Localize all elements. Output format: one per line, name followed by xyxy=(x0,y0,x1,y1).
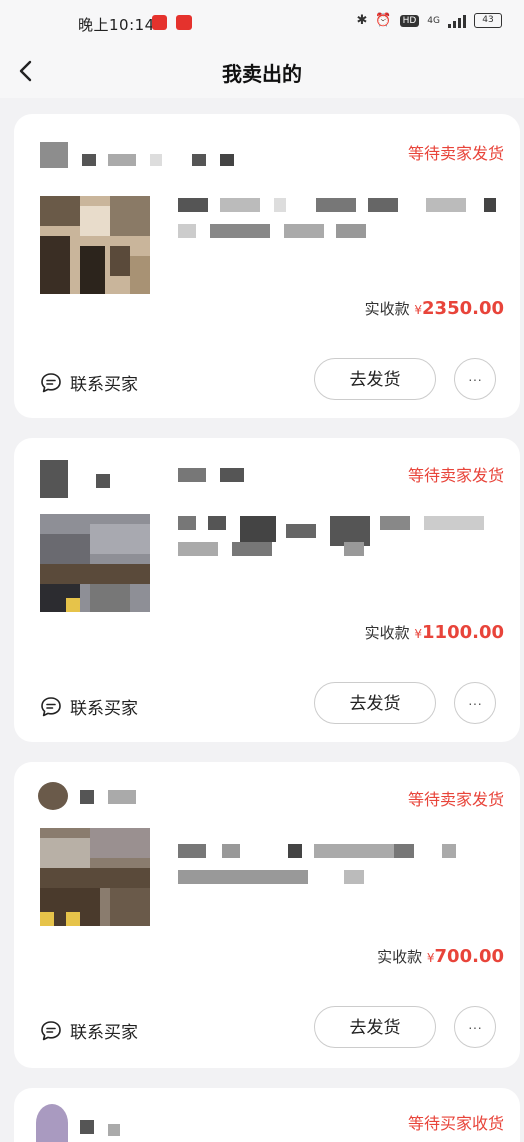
buyer-avatar xyxy=(36,1104,68,1142)
currency-symbol: ¥ xyxy=(414,627,423,641)
hd-icon: HD xyxy=(399,14,420,27)
order-card[interactable]: 等待卖家发货 实收款 ¥700.00 联系买家 去发货 ··· xyxy=(14,762,520,1068)
contact-buyer-button[interactable]: 联系买家 xyxy=(40,1018,138,1043)
status-bar: 晚上10:14 ✱ ⏰ HD 4G 43 xyxy=(0,0,524,46)
amount-value: 2350.00 xyxy=(422,298,504,319)
ship-button[interactable]: 去发货 xyxy=(314,358,436,400)
chat-bubble-icon xyxy=(41,1020,61,1040)
app-notification-icon xyxy=(152,15,167,30)
more-options-button[interactable]: ··· xyxy=(454,1006,496,1048)
amount-label: 实收款 xyxy=(364,624,410,642)
currency-symbol: ¥ xyxy=(414,303,423,317)
product-image[interactable] xyxy=(40,828,150,926)
chat-bubble-icon xyxy=(41,372,61,392)
order-card[interactable]: 等待卖家发货 实收款 ¥1100.00 联系买家 去发货 ··· xyxy=(14,438,520,742)
order-status: 等待卖家发货 xyxy=(407,790,504,809)
status-time: 晚上10:14 xyxy=(78,16,155,34)
amount-value: 1100.00 xyxy=(422,622,504,643)
amount-label: 实收款 xyxy=(377,948,423,966)
ship-button[interactable]: 去发货 xyxy=(314,1006,436,1048)
alarm-icon: ⏰ xyxy=(375,13,392,28)
contact-buyer-label: 联系买家 xyxy=(70,699,138,719)
status-icons: ✱ ⏰ HD 4G 43 xyxy=(356,13,502,28)
page-title: 我卖出的 xyxy=(222,62,302,86)
product-image[interactable] xyxy=(40,196,150,294)
received-amount: 实收款 ¥700.00 xyxy=(377,946,504,967)
order-card[interactable]: 等待卖家发货 实收款 ¥2350.00 联系买家 去发货 ··· xyxy=(14,114,520,418)
network-type: 4G xyxy=(427,15,440,26)
contact-buyer-button[interactable]: 联系买家 xyxy=(40,370,138,395)
received-amount: 实收款 ¥1100.00 xyxy=(365,622,504,643)
signal-icon xyxy=(448,14,466,28)
contact-buyer-label: 联系买家 xyxy=(70,375,138,395)
contact-buyer-label: 联系买家 xyxy=(70,1023,138,1043)
buyer-avatar xyxy=(40,142,68,168)
order-status: 等待卖家发货 xyxy=(407,144,504,163)
buyer-avatar xyxy=(38,782,68,810)
product-image[interactable] xyxy=(40,514,150,612)
app-notification-icon xyxy=(176,15,192,30)
contact-buyer-button[interactable]: 联系买家 xyxy=(40,694,138,719)
amount-label: 实收款 xyxy=(364,300,410,318)
bluetooth-icon: ✱ xyxy=(356,13,368,28)
order-card[interactable]: 等待买家收货 xyxy=(14,1088,520,1142)
currency-symbol: ¥ xyxy=(426,951,435,965)
battery-icon: 43 xyxy=(474,13,502,28)
buyer-avatar xyxy=(40,460,68,498)
more-options-button[interactable]: ··· xyxy=(454,682,496,724)
chat-bubble-icon xyxy=(41,696,61,716)
order-status: 等待卖家发货 xyxy=(407,466,504,485)
received-amount: 实收款 ¥2350.00 xyxy=(365,298,504,319)
nav-bar: 我卖出的 xyxy=(0,46,524,98)
order-status: 等待买家收货 xyxy=(407,1114,504,1133)
more-options-button[interactable]: ··· xyxy=(454,358,496,400)
amount-value: 700.00 xyxy=(434,946,504,967)
ship-button[interactable]: 去发货 xyxy=(314,682,436,724)
